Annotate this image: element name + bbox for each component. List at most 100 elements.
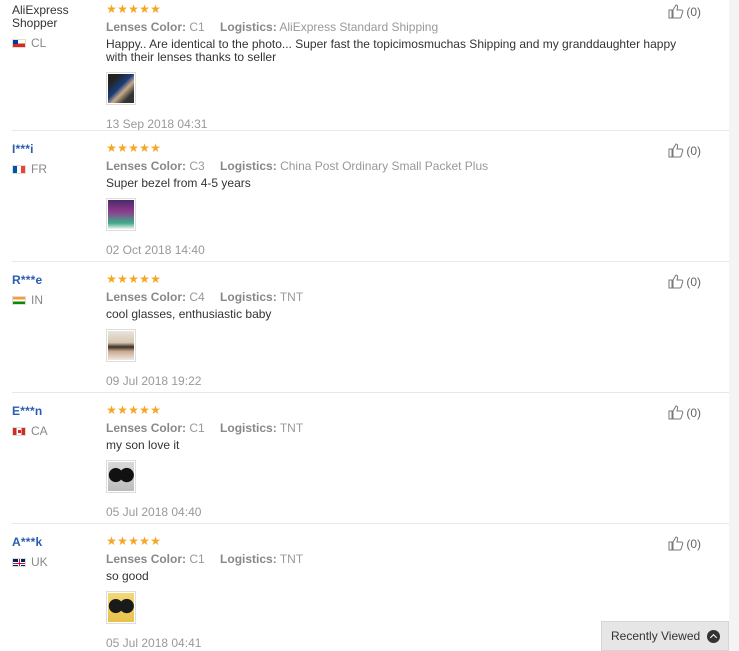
star-icon: ★	[106, 534, 117, 548]
star-icon: ★	[117, 403, 128, 417]
helpful-count: (0)	[686, 143, 701, 158]
star-icon: ★	[139, 403, 150, 417]
user-name: R***e	[12, 273, 43, 287]
user-info: R***e IN	[12, 274, 102, 307]
helpful-count: (0)	[686, 4, 701, 19]
color-key: Lenses Color:	[106, 290, 187, 304]
star-rating: ★ ★ ★ ★ ★	[106, 403, 676, 417]
thumbs-up-icon	[668, 536, 684, 551]
star-icon: ★	[106, 272, 117, 286]
color-key: Lenses Color:	[106, 421, 187, 435]
review-body: ★ ★ ★ ★ ★ Lenses Color: C4 Logistics: TNT co…	[106, 272, 676, 388]
logistics-key: Logistics:	[220, 20, 277, 34]
flag-in-icon	[12, 295, 26, 305]
logistics-key: Logistics:	[220, 421, 277, 435]
review-date: 02 Oct 2018 14:40	[106, 243, 205, 257]
feedback-item: R***e IN ★ ★ ★ ★ ★ Lenses Color: C4 Logistic…	[0, 262, 729, 393]
logistics-value: TNT	[279, 290, 304, 304]
star-icon: ★	[150, 141, 161, 155]
order-attributes: Lenses Color: C3 Logistics: China Post O…	[106, 159, 676, 173]
review-body: ★ ★ ★ ★ ★ Lenses Color: C1 Logistics: AliExp…	[106, 2, 676, 131]
star-icon: ★	[117, 272, 128, 286]
star-icon: ★	[117, 534, 128, 548]
flag-ca-icon	[12, 426, 26, 436]
helpful-button[interactable]: (0)	[668, 274, 701, 289]
color-value: C1	[189, 552, 205, 566]
user-name: E***n	[12, 404, 43, 418]
color-key: Lenses Color:	[106, 159, 187, 173]
logistics-value: TNT	[279, 552, 304, 566]
review-body: ★ ★ ★ ★ ★ Lenses Color: C3 Logistics: China …	[106, 141, 676, 257]
helpful-count: (0)	[686, 536, 701, 551]
review-body: ★ ★ ★ ★ ★ Lenses Color: C1 Logistics: TNT so…	[106, 534, 676, 650]
order-attributes: Lenses Color: C1 Logistics: TNT	[106, 421, 676, 435]
star-icon: ★	[128, 2, 139, 16]
review-text: my son love it	[106, 438, 180, 452]
color-value: C4	[189, 290, 205, 304]
review-photo[interactable]	[106, 591, 136, 624]
review-photo[interactable]	[106, 198, 136, 231]
star-icon: ★	[106, 2, 117, 16]
user-info: E***n CA	[12, 405, 102, 438]
thumbs-up-icon	[668, 274, 684, 289]
helpful-button[interactable]: (0)	[668, 536, 701, 551]
helpful-button[interactable]: (0)	[668, 143, 701, 158]
star-rating: ★ ★ ★ ★ ★	[106, 272, 676, 286]
helpful-button[interactable]: (0)	[668, 405, 701, 420]
chevron-up-icon	[707, 629, 721, 643]
feedback-list: AliExpress Shopper CL ★ ★ ★ ★ ★ Lenses Color…	[0, 0, 729, 651]
order-attributes: Lenses Color: C1 Logistics: AliExpress S…	[106, 20, 676, 34]
flag-fr-icon	[12, 164, 26, 174]
color-key: Lenses Color:	[106, 552, 187, 566]
logistics-value: TNT	[279, 421, 304, 435]
feedback-item: I***i FR ★ ★ ★ ★ ★ Lenses Color: C3 Logistic…	[0, 131, 729, 262]
logistics-key: Logistics:	[220, 159, 277, 173]
review-photo[interactable]	[106, 329, 136, 362]
feedback-item: AliExpress Shopper CL ★ ★ ★ ★ ★ Lenses Color…	[0, 0, 729, 131]
helpful-button[interactable]: (0)	[668, 4, 701, 19]
star-rating: ★ ★ ★ ★ ★	[106, 2, 676, 16]
star-icon: ★	[106, 141, 117, 155]
recently-viewed-button[interactable]: Recently Viewed	[601, 621, 729, 651]
review-date: 09 Jul 2018 19:22	[106, 374, 202, 388]
review-date: 05 Jul 2018 04:41	[106, 636, 202, 650]
star-icon: ★	[117, 141, 128, 155]
country-code: UK	[31, 555, 48, 569]
review-photo[interactable]	[106, 72, 136, 105]
user-name: I***i	[12, 142, 34, 156]
star-icon: ★	[150, 2, 161, 16]
star-rating: ★ ★ ★ ★ ★	[106, 534, 676, 548]
review-date: 13 Sep 2018 04:31	[106, 117, 208, 131]
star-icon: ★	[150, 272, 161, 286]
user-info: A***k UK	[12, 536, 102, 569]
user-country: CL	[12, 36, 102, 50]
feedback-item: E***n CA ★ ★ ★ ★ ★ Lenses Color: C1 Logistic…	[0, 393, 729, 524]
country-code: IN	[31, 293, 43, 307]
helpful-count: (0)	[686, 405, 701, 420]
user-country: IN	[12, 293, 102, 307]
logistics-value: China Post Ordinary Small Packet Plus	[280, 159, 489, 173]
review-photo[interactable]	[106, 460, 136, 493]
logistics-key: Logistics:	[220, 552, 277, 566]
star-icon: ★	[139, 2, 150, 16]
star-icon: ★	[150, 534, 161, 548]
color-key: Lenses Color:	[106, 20, 187, 34]
helpful-count: (0)	[686, 274, 701, 289]
user-name: A***k	[12, 535, 43, 549]
logistics-key: Logistics:	[220, 290, 277, 304]
recently-viewed-label: Recently Viewed	[611, 629, 701, 643]
country-code: FR	[31, 162, 47, 176]
order-attributes: Lenses Color: C4 Logistics: TNT	[106, 290, 676, 304]
user-country: CA	[12, 424, 102, 438]
review-date: 05 Jul 2018 04:40	[106, 505, 202, 519]
star-icon: ★	[139, 534, 150, 548]
star-icon: ★	[128, 403, 139, 417]
scrollbar[interactable]	[729, 0, 739, 651]
thumbs-up-icon	[668, 405, 684, 420]
review-text: so good	[106, 569, 149, 583]
user-info: AliExpress Shopper CL	[12, 4, 102, 50]
thumbs-up-icon	[668, 143, 684, 158]
star-icon: ★	[128, 534, 139, 548]
review-text: cool glasses, enthusiastic baby	[106, 307, 272, 321]
user-country: UK	[12, 555, 102, 569]
